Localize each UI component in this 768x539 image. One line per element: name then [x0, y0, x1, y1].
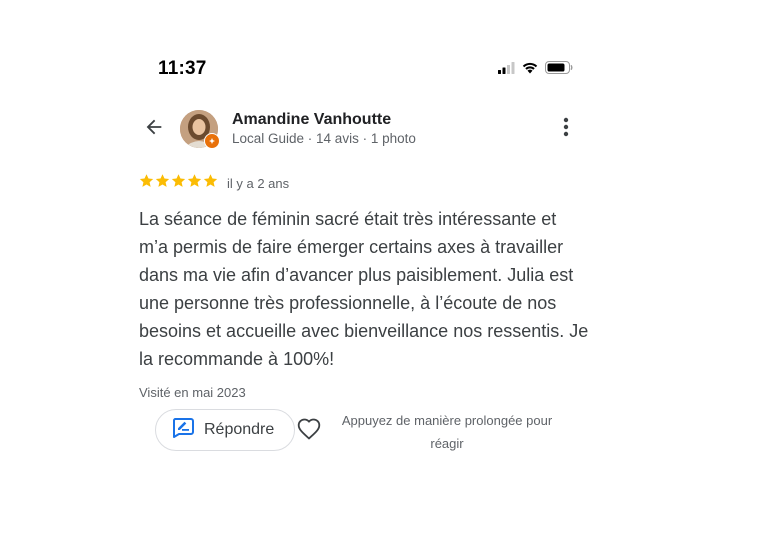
star-icon [155, 173, 170, 193]
avatar[interactable] [180, 110, 220, 149]
react-heart-button[interactable] [296, 418, 322, 444]
more-options-button[interactable] [556, 116, 576, 142]
star-icon [187, 173, 202, 193]
local-guide-badge-icon [204, 133, 220, 149]
heart-outline-icon [297, 418, 321, 445]
rating-row: il y a 2 ans [139, 173, 290, 193]
reply-edit-icon [172, 417, 194, 443]
star-rating [139, 173, 218, 193]
reply-button[interactable]: Répondre [155, 409, 295, 451]
star-icon [139, 173, 154, 193]
back-button[interactable] [140, 115, 168, 143]
wifi-icon [521, 61, 539, 79]
status-time: 11:37 [158, 58, 207, 79]
reply-label: Répondre [204, 421, 275, 438]
review-text: La séance de féminin sacré était très in… [139, 209, 589, 369]
react-hint: Appuyez de manière prolongée pour réagir [341, 413, 553, 451]
visit-date: Visité en mai 2023 [139, 385, 246, 400]
star-icon [203, 173, 218, 193]
more-vert-icon [563, 117, 569, 142]
battery-icon [545, 61, 573, 79]
status-icons [498, 60, 573, 80]
author-meta: Local Guide · 14 avis · 1 photo [232, 131, 416, 146]
cellular-signal-icon [498, 61, 515, 79]
author-name[interactable]: Amandine Vanhoutte [232, 111, 391, 129]
review-date: il y a 2 ans [227, 175, 290, 191]
star-icon [171, 173, 186, 193]
arrow-back-icon [143, 116, 165, 143]
